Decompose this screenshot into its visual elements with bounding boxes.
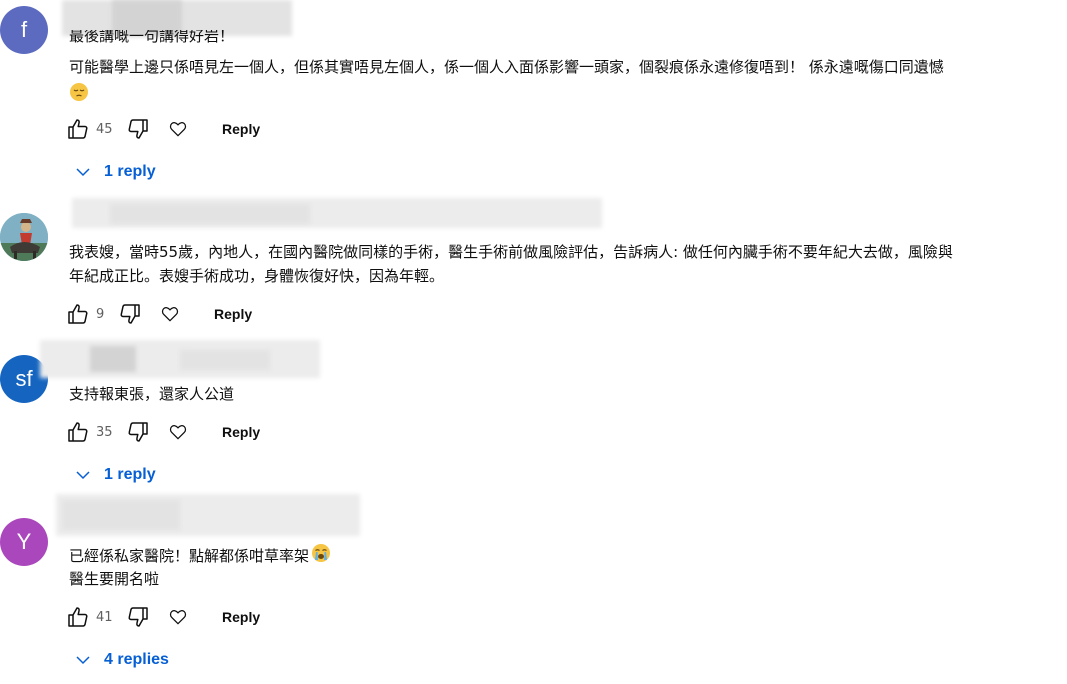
comment-text-line: 年紀成正比。表嫂手術成功，身體恢復好快，因為年輕。: [69, 267, 445, 285]
view-replies-button[interactable]: 1 reply: [74, 463, 156, 487]
like-count: 45: [96, 121, 113, 137]
redacted-username: [62, 500, 180, 530]
comment-text-line: 最後講嘅一句講得好岩！: [69, 30, 235, 44]
heart-icon[interactable]: [168, 119, 188, 139]
comment-actions: 41 Reply: [66, 603, 260, 631]
loudly-crying-face-emoji: [311, 543, 331, 570]
comment-text-line: 支持報東張，還家人公道: [69, 385, 235, 403]
comment-actions: 35 Reply: [66, 418, 260, 446]
redacted-username: [110, 204, 310, 224]
reply-button[interactable]: Reply: [222, 424, 260, 440]
dislike-icon[interactable]: [126, 117, 150, 141]
comment-text-line: 我表嫂，當時55歲，內地人，在國內醫院做同樣的手術，醫生手術前做風險評估，告訴病…: [69, 243, 953, 261]
comment-actions: 45 Reply: [66, 115, 260, 143]
like-icon[interactable]: [66, 605, 90, 629]
chevron-down-icon: [76, 656, 90, 665]
reply-button[interactable]: Reply: [222, 609, 260, 625]
chevron-down-icon: [76, 168, 90, 177]
comment-text-line: 可能醫學上邊只係唔見左一個人，但係其實唔見左個人，係一個人入面係影響一頭家，個裂…: [69, 58, 944, 76]
like-count: 35: [96, 424, 113, 440]
redacted-username: [180, 350, 270, 370]
avatar-letter: sf: [15, 366, 33, 391]
reply-button[interactable]: Reply: [214, 306, 252, 322]
replies-count-label: 1 reply: [104, 466, 156, 483]
chevron-down-icon: [76, 471, 90, 480]
comment-text: 已經係私家醫院！點解都係咁草率架: [69, 547, 310, 565]
view-replies-button[interactable]: 1 reply: [74, 160, 156, 184]
avatar[interactable]: f: [0, 6, 48, 54]
like-icon[interactable]: [66, 117, 90, 141]
dislike-icon[interactable]: [118, 302, 142, 326]
like-count: 41: [96, 609, 113, 625]
comment-text-line: 醫生要開名啦: [69, 570, 160, 588]
like-icon[interactable]: [66, 302, 90, 326]
avatar-letter: Y: [16, 529, 32, 554]
rider-photo-avatar[interactable]: [0, 213, 48, 261]
replies-count-label: 1 reply: [104, 163, 156, 180]
dislike-icon[interactable]: [126, 605, 150, 629]
heart-icon[interactable]: [160, 304, 180, 324]
like-count: 9: [96, 306, 105, 322]
comment-actions: 9 Reply: [66, 300, 252, 328]
view-replies-button[interactable]: 4 replies: [74, 648, 169, 672]
heart-icon[interactable]: [168, 422, 188, 442]
like-icon[interactable]: [66, 420, 90, 444]
dislike-icon[interactable]: [126, 420, 150, 444]
reply-button[interactable]: Reply: [222, 121, 260, 137]
redacted-username: [90, 346, 136, 372]
avatar-letter: f: [20, 17, 28, 42]
comment-text-line: 已經係私家醫院！點解都係咁草率架: [69, 543, 331, 570]
heart-icon[interactable]: [168, 607, 188, 627]
avatar[interactable]: Y: [0, 518, 48, 566]
replies-count-label: 4 replies: [104, 651, 169, 668]
pensive-face-emoji: [69, 82, 89, 106]
